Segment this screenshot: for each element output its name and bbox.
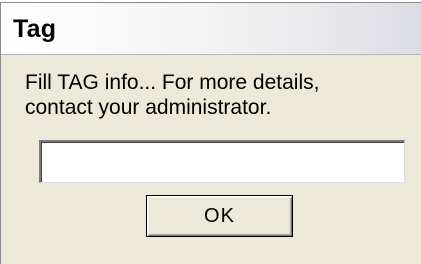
tag-info-input[interactable] (39, 140, 405, 183)
tag-dialog: Tag Fill TAG info... For more details, c… (0, 2, 421, 264)
ok-button[interactable]: OK (146, 195, 293, 237)
dialog-message: Fill TAG info... For more details, conta… (25, 71, 320, 119)
title-bar[interactable]: Tag (1, 3, 421, 55)
ok-button-label: OK (204, 204, 235, 227)
dialog-title: Tag (13, 15, 57, 43)
